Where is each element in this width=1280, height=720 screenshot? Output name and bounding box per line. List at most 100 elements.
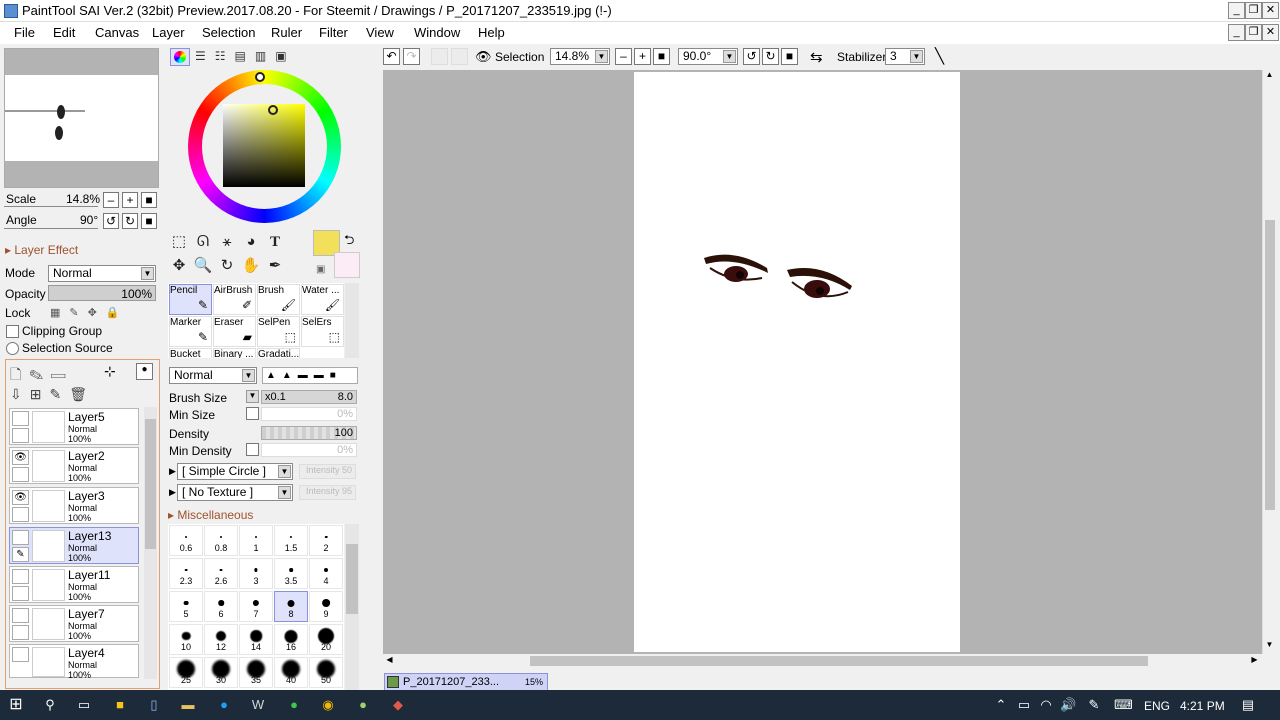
- pencil-icon[interactable]: ✎: [12, 547, 29, 562]
- size-preset[interactable]: 4: [309, 558, 343, 589]
- edit-toggle[interactable]: [12, 586, 29, 601]
- tablet-icon[interactable]: ▯: [146, 697, 162, 713]
- size-preset[interactable]: 3: [239, 558, 273, 589]
- size-preset[interactable]: 30: [204, 657, 238, 688]
- lasso-icon[interactable]: ᘏ: [193, 232, 213, 252]
- skype-icon[interactable]: ●: [216, 697, 232, 713]
- language-indicator[interactable]: ENG: [1144, 699, 1170, 713]
- menu-ruler[interactable]: Ruler: [271, 25, 302, 40]
- menu-filter[interactable]: Filter: [319, 25, 348, 40]
- rotate-icon[interactable]: ↻: [217, 256, 237, 276]
- size-preset[interactable]: 35: [239, 657, 273, 688]
- rotate-right-button[interactable]: ↻: [762, 48, 779, 65]
- zoom-fit-button[interactable]: ■: [653, 48, 670, 65]
- min-density-slider[interactable]: 0%: [261, 443, 357, 457]
- layer-row-selected[interactable]: ✎ Layer13 Normal 100%: [9, 527, 139, 564]
- size-preset[interactable]: 8: [274, 591, 308, 622]
- brush-selers[interactable]: SelErs ⬚: [301, 316, 344, 347]
- size-scroll-thumb[interactable]: [346, 544, 358, 614]
- size-preset[interactable]: 6: [204, 591, 238, 622]
- document-tab[interactable]: P_20171207_233... 15%: [384, 673, 548, 691]
- color-wheel[interactable]: [188, 70, 341, 223]
- layer-effect-header[interactable]: ▸ Layer Effect: [5, 243, 78, 257]
- network-icon[interactable]: ▭: [1016, 697, 1032, 713]
- layer-row[interactable]: Layer7 Normal 100%: [9, 605, 139, 642]
- shape-icon[interactable]: ◕: [241, 232, 261, 252]
- zoom-icon[interactable]: 🔍: [193, 256, 213, 276]
- visibility-toggle[interactable]: [12, 530, 29, 545]
- menu-help[interactable]: Help: [478, 25, 505, 40]
- brush-pencil[interactable]: Pencil ✎: [169, 284, 212, 315]
- wifi-icon[interactable]: ◠: [1038, 697, 1054, 713]
- app-icon[interactable]: ●: [355, 697, 371, 713]
- chevron-down-icon[interactable]: ▼: [246, 390, 259, 403]
- texture-expand-icon[interactable]: ▶: [169, 487, 176, 498]
- layer-scroll-thumb[interactable]: [145, 419, 156, 549]
- size-preset[interactable]: 1.5: [274, 525, 308, 556]
- size-preset[interactable]: 25: [169, 657, 203, 688]
- lock-icons[interactable]: ▦✎✥🔒: [50, 306, 129, 319]
- rotate-left-button[interactable]: ↺: [103, 213, 119, 229]
- menu-selection[interactable]: Selection: [202, 25, 255, 40]
- chevron-up-icon[interactable]: ⌃: [993, 697, 1009, 713]
- texture-intensity[interactable]: Intensity 95: [299, 485, 356, 500]
- density-slider[interactable]: 100: [261, 426, 357, 440]
- size-preset[interactable]: 2.6: [204, 558, 238, 589]
- size-preset[interactable]: 50: [309, 657, 343, 688]
- rotate-reset-button[interactable]: ■: [781, 48, 798, 65]
- chrome-icon[interactable]: ◉: [320, 697, 336, 713]
- volume-icon[interactable]: 🔊: [1060, 697, 1076, 713]
- windows-start-icon[interactable]: ⊞: [8, 697, 24, 713]
- menu-canvas[interactable]: Canvas: [95, 25, 139, 40]
- chevron-right-icon[interactable]: ▶: [1248, 655, 1261, 668]
- rotation-select[interactable]: 90.0° ▼: [678, 48, 738, 65]
- pen-icon[interactable]: ✎: [1086, 697, 1102, 713]
- brush-gradation[interactable]: Gradati...: [257, 348, 300, 358]
- move-icon[interactable]: ✥: [169, 256, 189, 276]
- doc-maximize-button[interactable]: ❐: [1245, 24, 1262, 41]
- size-preset[interactable]: 12: [204, 624, 238, 655]
- keyboard-icon[interactable]: ⌨: [1114, 697, 1133, 713]
- zoom-select[interactable]: 14.8% ▼: [550, 48, 610, 65]
- line-app-icon[interactable]: ●: [286, 697, 302, 713]
- size-preset[interactable]: 0.6: [169, 525, 203, 556]
- min-size-slider[interactable]: 0%: [261, 407, 357, 421]
- stabilizer-select[interactable]: 3 ▼: [885, 48, 925, 65]
- visibility-toggle[interactable]: [12, 608, 29, 623]
- misc-header[interactable]: ▸ Miscellaneous: [168, 508, 253, 522]
- hue-marker[interactable]: [255, 72, 265, 82]
- eye-icon[interactable]: 👁: [12, 490, 29, 505]
- selection-source-radio[interactable]: [6, 342, 19, 355]
- size-preset[interactable]: 9: [309, 591, 343, 622]
- doc-close-button[interactable]: ✕: [1262, 24, 1279, 41]
- rotate-right-button[interactable]: ↻: [122, 213, 138, 229]
- painttool-sai-icon[interactable]: ◆: [390, 697, 406, 713]
- swap-colors-icon[interactable]: ⮌: [344, 231, 354, 253]
- close-button[interactable]: ✕: [1262, 2, 1279, 19]
- brush-marker[interactable]: Marker ✎: [169, 316, 212, 347]
- flip-horizontal-icon[interactable]: ⇆: [810, 48, 823, 66]
- notification-icon[interactable]: ▤: [1240, 697, 1256, 713]
- layer-list-scrollbar[interactable]: [144, 407, 157, 679]
- size-preset[interactable]: 5: [169, 591, 203, 622]
- brush-airbrush[interactable]: AirBrush ✐: [213, 284, 256, 315]
- rect-select-icon[interactable]: ⬚: [169, 232, 189, 252]
- visibility-toggle[interactable]: [12, 647, 29, 662]
- rotate-reset-button[interactable]: ■: [141, 213, 157, 229]
- size-preset[interactable]: 20: [309, 624, 343, 655]
- invert-select-icon[interactable]: [451, 48, 468, 65]
- line-tool-icon[interactable]: ╲: [935, 47, 944, 65]
- clock[interactable]: 4:21 PM: [1180, 699, 1225, 713]
- drawing-paper[interactable]: [634, 72, 960, 652]
- brush-binary[interactable]: Binary ...: [213, 348, 256, 358]
- edit-toggle[interactable]: [12, 625, 29, 640]
- menu-layer[interactable]: Layer: [152, 25, 185, 40]
- brush-bucket[interactable]: Bucket: [169, 348, 212, 358]
- color-mode-tabs[interactable]: ☰☷▤▥▣: [195, 49, 296, 63]
- eye-icon[interactable]: 👁: [12, 450, 29, 465]
- magic-wand-icon[interactable]: ⚹: [217, 232, 237, 252]
- edit-toggle[interactable]: [12, 467, 29, 482]
- min-density-checkbox[interactable]: [246, 443, 259, 456]
- sticky-notes-icon[interactable]: ■: [112, 697, 128, 713]
- undo-icon[interactable]: ↶: [383, 48, 400, 65]
